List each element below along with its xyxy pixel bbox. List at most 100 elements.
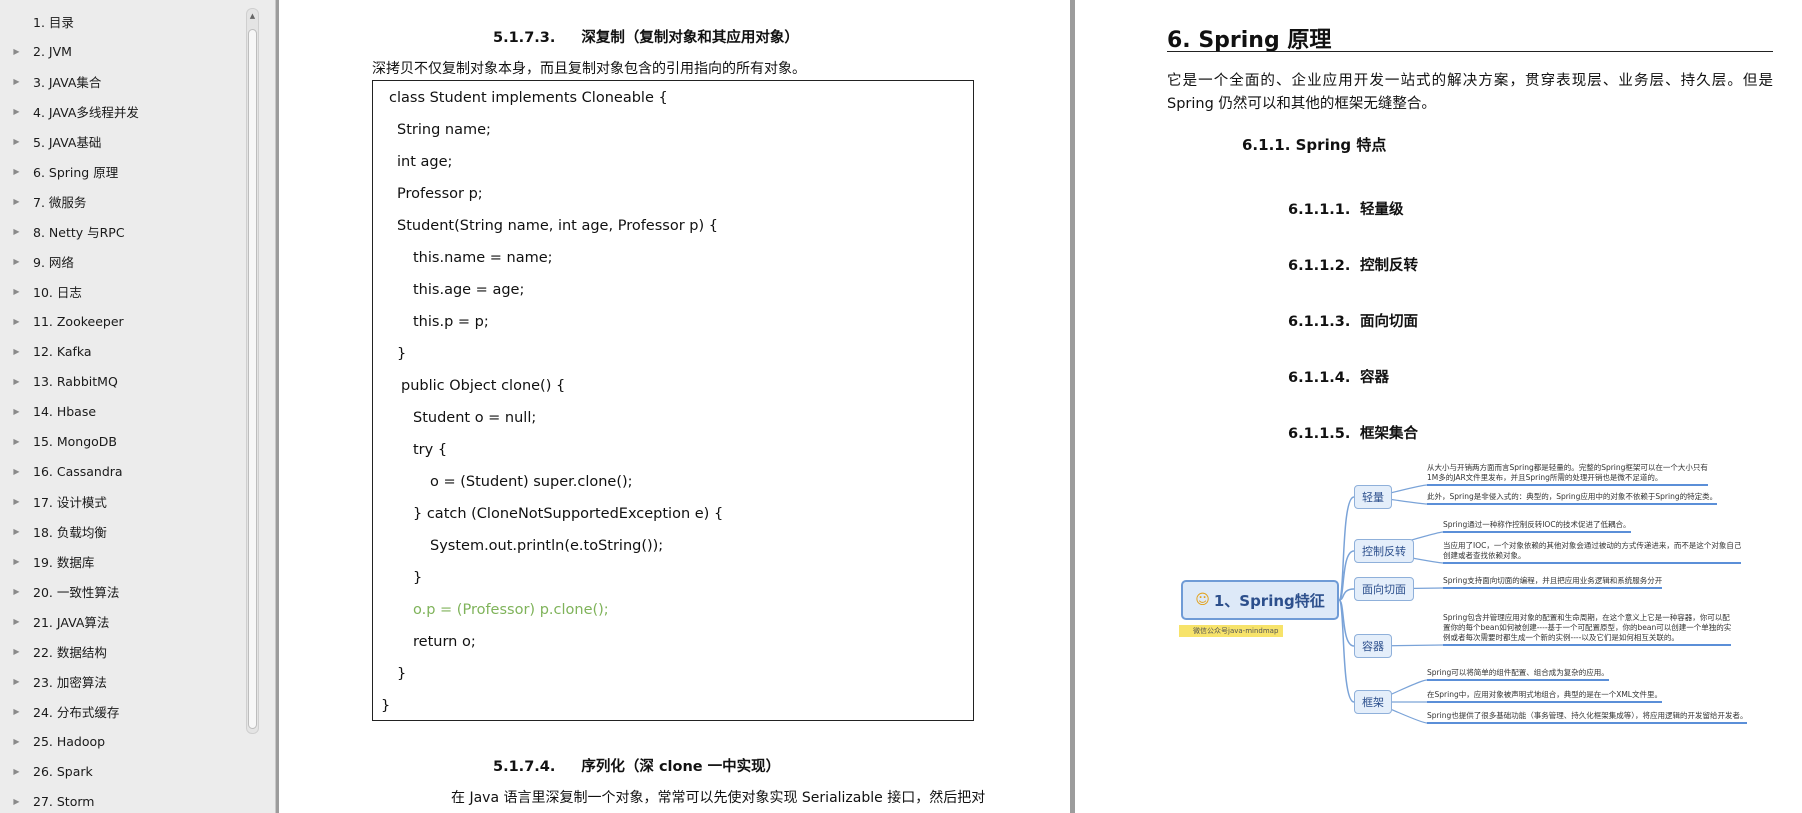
expand-arrow-icon[interactable]: ▶	[0, 437, 33, 446]
expand-arrow-icon[interactable]: ▶	[0, 647, 33, 656]
mindmap-leaf-text: 从大小与开销两方面而言Spring都是轻量的。完整的Spring框架可以在一个大…	[1427, 463, 1708, 486]
code-line: Professor p;	[397, 186, 483, 202]
code-line: System.out.println(e.toString());	[430, 538, 664, 554]
outline-item[interactable]: ▶ 23. 加密算法	[0, 666, 246, 696]
outline-item[interactable]: ▶ 7. 微服务	[0, 186, 246, 216]
expand-arrow-icon[interactable]: ▶	[0, 617, 33, 626]
expand-arrow-icon[interactable]: ▶	[0, 137, 33, 146]
expand-arrow-icon[interactable]: ▶	[0, 227, 33, 236]
outline-item-label: 21. JAVA算法	[33, 614, 110, 630]
deep-copy-intro: 深拷贝不仅复制对象本身，而且复制对象包含的引用指向的所有对象。	[372, 61, 806, 77]
expand-arrow-icon[interactable]: ▶	[0, 767, 33, 776]
mindmap-branch-node: 框架	[1354, 690, 1392, 714]
expand-arrow-icon[interactable]: ▶	[0, 47, 33, 56]
outline-list: ▶1. 目录▶2. JVM▶3. JAVA集合▶4. JAVA多线程并发▶5. …	[0, 6, 246, 813]
code-line: }	[397, 666, 407, 682]
expand-arrow-icon[interactable]: ▶	[0, 257, 33, 266]
expand-arrow-icon[interactable]: ▶	[0, 347, 33, 356]
code-line: } catch (CloneNotSupportedException e) {	[413, 506, 724, 522]
expand-arrow-icon[interactable]: ▶	[0, 737, 33, 746]
outline-item[interactable]: ▶ 11. Zookeeper	[0, 306, 246, 336]
outline-item[interactable]: ▶ 12. Kafka	[0, 336, 246, 366]
title-divider	[1167, 51, 1773, 52]
sidebar-scrollbar[interactable]: ▲	[246, 8, 259, 734]
outline-item[interactable]: ▶ 24. 分布式缓存	[0, 696, 246, 726]
mindmap-watermark: 微信公众号java-mindmap	[1179, 625, 1283, 637]
code-line: }	[381, 698, 391, 714]
expand-arrow-icon[interactable]: ▶	[0, 377, 33, 386]
outline-item-label: 5. JAVA基础	[33, 134, 102, 150]
mindmap-leaf-text: Spring支持面向切面的编程，并且把应用业务逻辑和系统服务分开	[1443, 576, 1663, 589]
outline-item-label: 13. RabbitMQ	[33, 373, 118, 389]
code-line: Student(String name, int age, Professor …	[397, 218, 718, 234]
outline-item[interactable]: ▶ 22. 数据结构	[0, 636, 246, 666]
outline-item[interactable]: ▶ 2. JVM	[0, 36, 246, 66]
outline-item-label: 26. Spark	[33, 763, 93, 779]
outline-item[interactable]: ▶ 8. Netty 与RPC	[0, 216, 246, 246]
expand-arrow-icon[interactable]: ▶	[0, 557, 33, 566]
expand-arrow-icon[interactable]: ▶	[0, 677, 33, 686]
outline-item-label: 23. 加密算法	[33, 674, 107, 690]
outline-item[interactable]: ▶1. 目录	[0, 6, 246, 36]
subsection-number: 6.1.1.2.	[1288, 258, 1351, 274]
mindmap-leaf-text: 在Spring中，应用对象被声明式地组合，典型的是在一个XML文件里。	[1427, 690, 1662, 703]
outline-item[interactable]: ▶ 6. Spring 原理	[0, 156, 246, 186]
outline-item[interactable]: ▶ 27. Storm	[0, 786, 246, 813]
expand-arrow-icon[interactable]: ▶	[0, 497, 33, 506]
code-line: o.p = (Professor) p.clone();	[413, 602, 609, 618]
mindmap-branch-node: 控制反转	[1354, 539, 1414, 563]
outline-item[interactable]: ▶ 4. JAVA多线程并发	[0, 96, 246, 126]
expand-arrow-icon[interactable]: ▶	[0, 107, 33, 116]
spring-intro: 它是一个全面的、企业应用开发一站式的解决方案，贯穿表现层、业务层、持久层。但是 …	[1167, 73, 1773, 112]
outline-item[interactable]: ▶ 5. JAVA基础	[0, 126, 246, 156]
outline-item[interactable]: ▶ 21. JAVA算法	[0, 606, 246, 636]
outline-item[interactable]: ▶ 15. MongoDB	[0, 426, 246, 456]
expand-arrow-icon[interactable]: ▶	[0, 707, 33, 716]
outline-item-label: 20. 一致性算法	[33, 584, 120, 600]
outline-item[interactable]: ▶ 19. 数据库	[0, 546, 246, 576]
mindmap-leaf-text: Spring通过一种称作控制反转IOC的技术促进了低耦合。	[1443, 520, 1631, 533]
subsection-title: 容器	[1360, 370, 1389, 386]
outline-item-label: 22. 数据结构	[33, 644, 107, 660]
outline-item-label: 24. 分布式缓存	[33, 704, 120, 720]
outline-item[interactable]: ▶ 16. Cassandra	[0, 456, 246, 486]
expand-arrow-icon[interactable]: ▶	[0, 587, 33, 596]
section-heading-6-1-1: 6.1.1. Spring 特点	[1242, 136, 1387, 154]
outline-item[interactable]: ▶ 3. JAVA集合	[0, 66, 246, 96]
expand-arrow-icon[interactable]: ▶	[0, 467, 33, 476]
outline-item[interactable]: ▶ 13. RabbitMQ	[0, 366, 246, 396]
code-line: int age;	[397, 154, 453, 170]
outline-item-label: 17. 设计模式	[33, 494, 107, 510]
outline-item[interactable]: ▶ 17. 设计模式	[0, 486, 246, 516]
outline-item[interactable]: ▶ 14. Hbase	[0, 396, 246, 426]
mindmap-leaf-text: Spring包含并管理应用对象的配置和生命周期，在这个意义上它是一种容器，你可以…	[1443, 613, 1732, 646]
scroll-up-arrow-icon[interactable]: ▲	[247, 9, 258, 23]
outline-item-label: 16. Cassandra	[33, 463, 123, 479]
subsection-heading: 6.1.1.2. 控制反转	[1288, 254, 1418, 275]
mindmap-root-node: ☺ 1、Spring特征	[1181, 580, 1339, 620]
expand-arrow-icon[interactable]: ▶	[0, 287, 33, 296]
expand-arrow-icon[interactable]: ▶	[0, 197, 33, 206]
sidebar-scroll-thumb[interactable]	[248, 29, 257, 729]
outline-item[interactable]: ▶ 18. 负载均衡	[0, 516, 246, 546]
expand-arrow-icon[interactable]: ▶	[0, 317, 33, 326]
outline-item[interactable]: ▶ 25. Hadoop	[0, 726, 246, 756]
mindmap-branch-node: 容器	[1354, 634, 1392, 658]
expand-arrow-icon[interactable]: ▶	[0, 527, 33, 536]
expand-arrow-icon[interactable]: ▶	[0, 407, 33, 416]
outline-item[interactable]: ▶ 9. 网络	[0, 246, 246, 276]
section-heading-5-1-7-4: 5.1.7.4. 序列化（深 clone 一中实现）	[493, 755, 780, 776]
outline-item[interactable]: ▶ 20. 一致性算法	[0, 576, 246, 606]
mindmap-leaf-text: Spring也提供了很多基础功能（事务管理、持久化框架集成等），将应用逻辑的开发…	[1427, 711, 1748, 724]
outline-item-label: 27. Storm	[33, 793, 95, 809]
code-line: class Student implements Cloneable {	[389, 90, 668, 106]
outline-item[interactable]: ▶ 10. 日志	[0, 276, 246, 306]
expand-arrow-icon[interactable]: ▶	[0, 167, 33, 176]
heading-number: 5.1.7.3.	[493, 30, 556, 46]
expand-arrow-icon[interactable]: ▶	[0, 77, 33, 86]
document-page-right: 6. Spring 原理 它是一个全面的、企业应用开发一站式的解决方案，贯穿表现…	[1075, 0, 1802, 813]
subsection-number: 6.1.1.3.	[1288, 314, 1351, 330]
outline-item[interactable]: ▶ 26. Spark	[0, 756, 246, 786]
code-line: try {	[413, 442, 448, 458]
expand-arrow-icon[interactable]: ▶	[0, 797, 33, 806]
